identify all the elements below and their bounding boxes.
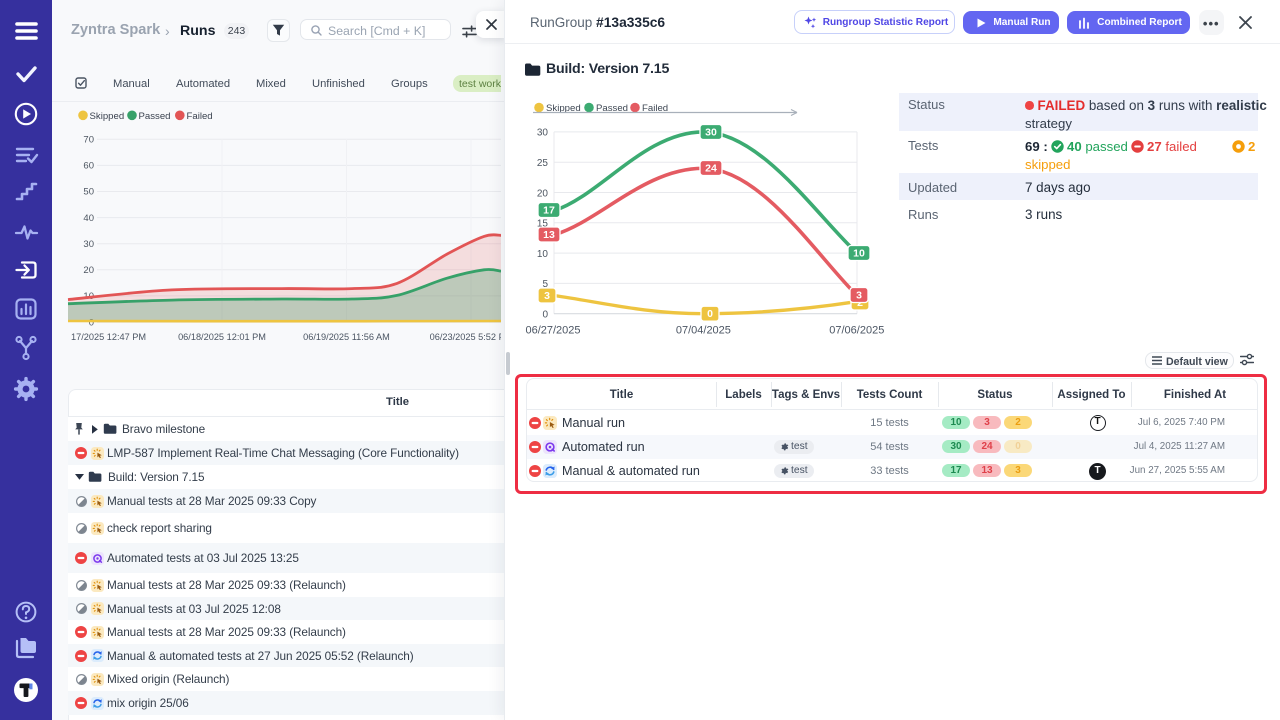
svg-text:Passed: Passed — [139, 111, 171, 122]
svg-text:06/27/2025: 06/27/2025 — [525, 325, 580, 337]
svg-text:50: 50 — [83, 187, 94, 198]
svg-text:Skipped: Skipped — [90, 111, 125, 122]
svg-text:3: 3 — [544, 290, 550, 302]
svg-text:30: 30 — [537, 128, 549, 139]
svg-text:06/18/2025 12:01 PM: 06/18/2025 12:01 PM — [178, 332, 266, 342]
svg-text:06/19/2025 11:56 AM: 06/19/2025 11:56 AM — [303, 332, 390, 342]
svg-text:10: 10 — [853, 248, 865, 260]
svg-text:20: 20 — [537, 188, 549, 199]
svg-text:0: 0 — [542, 310, 548, 321]
svg-text:24: 24 — [705, 163, 717, 175]
svg-text:3: 3 — [856, 290, 862, 302]
svg-text:60: 60 — [83, 161, 94, 172]
svg-text:30: 30 — [705, 127, 717, 139]
svg-text:06/23/2025 5:52 PM: 06/23/2025 5:52 PM — [430, 332, 501, 342]
svg-text:13: 13 — [543, 229, 555, 241]
svg-text:07/04/2025: 07/04/2025 — [676, 325, 731, 337]
svg-text:25: 25 — [537, 158, 549, 169]
svg-text:17: 17 — [543, 205, 555, 217]
svg-text:20: 20 — [83, 265, 94, 276]
svg-text:0: 0 — [707, 308, 713, 320]
svg-text:30: 30 — [83, 239, 94, 250]
svg-text:07/06/2025: 07/06/2025 — [829, 325, 884, 337]
svg-text:40: 40 — [83, 213, 94, 224]
svg-text:Failed: Failed — [187, 111, 213, 122]
svg-text:70: 70 — [83, 135, 94, 146]
svg-text:10: 10 — [537, 249, 549, 260]
svg-text:17/2025 12:47 PM: 17/2025 12:47 PM — [71, 332, 146, 342]
